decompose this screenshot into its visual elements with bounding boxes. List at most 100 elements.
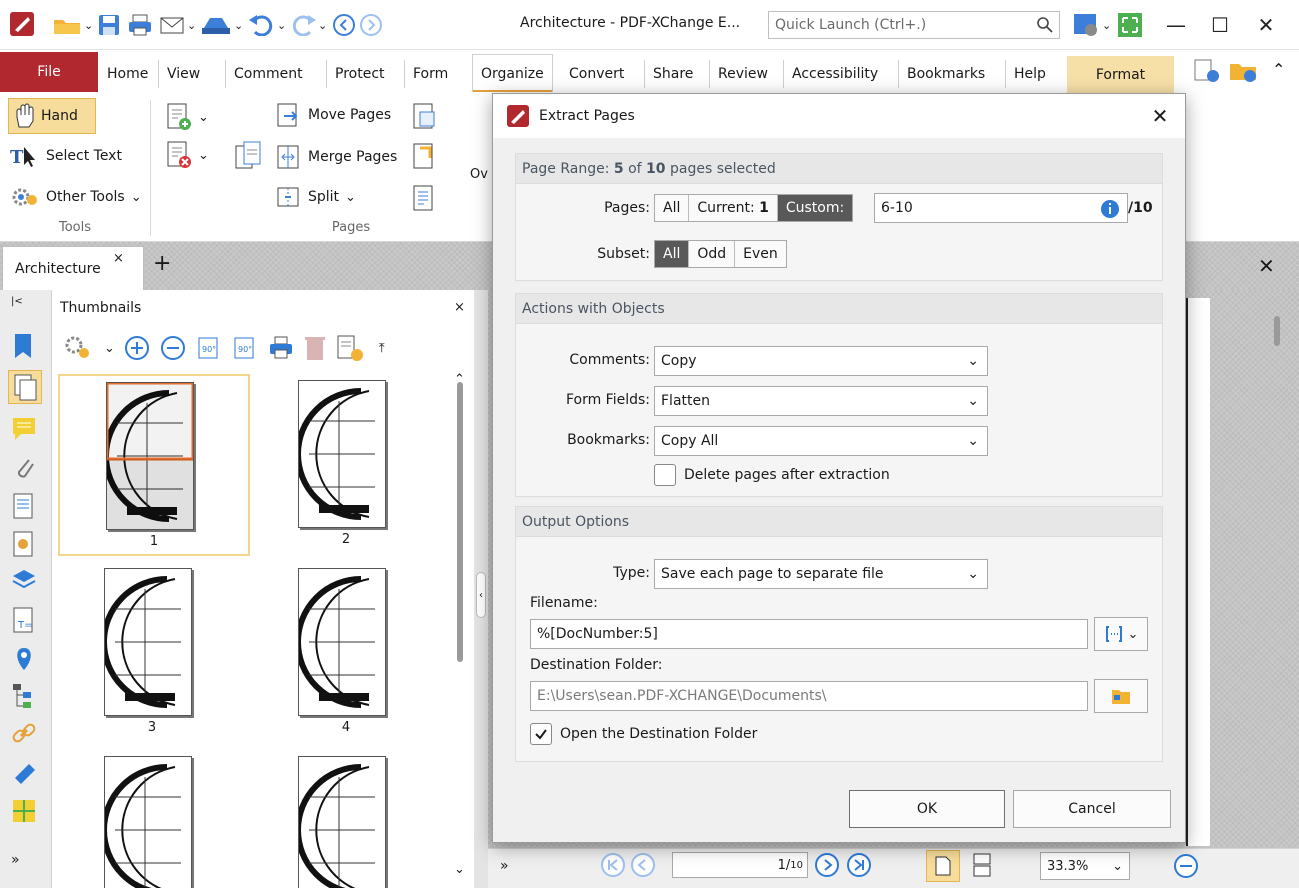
maximize-button[interactable]: ☐ xyxy=(1200,10,1240,40)
info-icon[interactable] xyxy=(1100,199,1120,219)
comments-panel-icon[interactable] xyxy=(11,416,39,444)
crop-pages-icon[interactable] xyxy=(412,142,438,172)
other-tools-button[interactable]: Other Tools ⌄ xyxy=(10,185,142,209)
scroll-up-icon[interactable]: ⌃ xyxy=(454,372,465,387)
collapse-toolbar-icon[interactable]: ⤒ xyxy=(379,341,385,356)
attachments-panel-icon[interactable] xyxy=(11,454,39,482)
tab-comment[interactable]: Comment xyxy=(225,60,311,88)
redo-icon[interactable] xyxy=(290,13,318,37)
pane-splitter[interactable]: ‹ xyxy=(474,290,488,888)
thumbnail-item-2[interactable]: 2 xyxy=(252,374,444,556)
subset-all-option[interactable]: All xyxy=(655,241,690,267)
scrollbar-thumb[interactable] xyxy=(1274,316,1280,346)
open-destination-checkbox[interactable] xyxy=(530,723,552,745)
bookmarks-panel-icon[interactable] xyxy=(11,332,39,360)
thumbnail-page-image[interactable] xyxy=(104,756,192,888)
tab-bookmarks[interactable]: Bookmarks xyxy=(898,60,993,88)
chevron-down-icon[interactable]: ⌄ xyxy=(277,13,286,37)
single-page-view-icon[interactable] xyxy=(926,850,960,882)
delete-pages-checkbox-row[interactable]: Delete pages after extraction xyxy=(654,464,890,486)
page-structure-icon[interactable] xyxy=(11,798,39,826)
select-text-button[interactable]: T Select Text xyxy=(10,145,122,167)
signatures-panel-icon[interactable] xyxy=(11,530,39,558)
delete-pages-checkbox[interactable] xyxy=(654,464,676,486)
pages-current-option[interactable]: Current: 1 xyxy=(689,195,778,221)
thumbnail-item-4[interactable]: 4 xyxy=(252,562,444,744)
open-folder-icon[interactable] xyxy=(52,13,82,37)
cancel-button[interactable]: Cancel xyxy=(1013,790,1171,828)
collapse-ribbon-icon[interactable]: ⌃ xyxy=(1272,60,1285,79)
pages-all-option[interactable]: All xyxy=(655,195,690,221)
forward-icon[interactable] xyxy=(359,13,383,37)
document-scrollbar[interactable] xyxy=(1272,296,1282,836)
merge-pages-button[interactable]: Merge Pages xyxy=(276,144,397,170)
thumbnails-panel-icon[interactable] xyxy=(8,370,42,404)
tab-protect[interactable]: Protect xyxy=(326,60,393,88)
continuous-view-icon[interactable] xyxy=(970,852,996,878)
tab-view[interactable]: View xyxy=(158,60,208,88)
tab-home[interactable]: Home xyxy=(99,60,156,88)
tab-organize[interactable]: Organize xyxy=(472,54,553,92)
tags-panel-icon[interactable] xyxy=(11,682,39,710)
print-icon[interactable] xyxy=(127,13,153,37)
custom-range-input[interactable]: 6-10 xyxy=(874,193,1128,223)
search-document-icon[interactable] xyxy=(1193,58,1221,84)
page-number-input[interactable]: 1/10 xyxy=(672,852,808,878)
split-button[interactable]: Split ⌄ xyxy=(276,184,356,210)
content-panel-icon[interactable] xyxy=(11,492,39,520)
bookmarks-select[interactable]: Copy All ⌄ xyxy=(654,426,988,456)
chevron-down-icon[interactable]: ⌄ xyxy=(1102,13,1111,37)
save-icon[interactable] xyxy=(97,13,121,37)
filename-input[interactable]: %[DocNumber:5] xyxy=(530,619,1088,649)
back-icon[interactable] xyxy=(332,13,356,37)
chevron-down-icon[interactable]: ⌄ xyxy=(84,13,93,37)
extract-pages-icon[interactable] xyxy=(234,140,262,170)
form-fields-select[interactable]: Flatten ⌄ xyxy=(654,386,988,416)
tab-form[interactable]: Form xyxy=(404,60,456,88)
ok-button[interactable]: OK xyxy=(849,790,1005,828)
next-page-icon[interactable] xyxy=(814,852,840,878)
dialog-close-button[interactable]: ✕ xyxy=(1145,101,1175,131)
destination-folder-input[interactable]: E:\Users\sean.PDF-XCHANGE\Documents\ xyxy=(530,681,1088,711)
tab-file[interactable]: File xyxy=(0,52,98,92)
pages-custom-option[interactable]: Custom: xyxy=(777,195,853,221)
document-tab[interactable]: Architecture × + xyxy=(2,246,171,290)
thumbnail-item-1[interactable]: 1 xyxy=(58,374,250,556)
zoom-select[interactable]: 33.3% ⌄ xyxy=(1040,852,1130,880)
new-tab-button[interactable]: + xyxy=(153,251,171,276)
thumbnail-item-3[interactable]: 3 xyxy=(58,562,250,744)
last-page-icon[interactable] xyxy=(846,852,872,878)
minimize-button[interactable]: — xyxy=(1156,10,1196,40)
layers-panel-icon[interactable] xyxy=(11,568,39,596)
stamps-panel-icon[interactable] xyxy=(11,760,39,788)
search-folder-icon[interactable] xyxy=(1228,58,1258,84)
close-window-button[interactable]: ✕ xyxy=(1246,10,1286,40)
tab-help[interactable]: Help xyxy=(1005,60,1054,88)
collapse-panel-icon[interactable]: |< xyxy=(11,296,25,324)
undo-icon[interactable] xyxy=(247,13,275,37)
comments-select[interactable]: Copy ⌄ xyxy=(654,346,988,376)
app-logo-icon[interactable] xyxy=(10,12,34,36)
thumbnail-page-image[interactable] xyxy=(298,756,386,888)
fullscreen-icon[interactable] xyxy=(1117,13,1143,37)
delete-pages-button[interactable]: ⌄ xyxy=(166,140,209,170)
chevron-down-icon[interactable]: ⌄ xyxy=(104,341,115,356)
subset-even-option[interactable]: Even xyxy=(735,241,786,267)
filename-macro-button[interactable]: ⌄ xyxy=(1094,617,1148,651)
insert-pages-button[interactable]: ⌄ xyxy=(166,102,209,132)
output-type-select[interactable]: Save each page to separate file ⌄ xyxy=(654,559,988,589)
subset-odd-option[interactable]: Odd xyxy=(689,241,736,267)
browse-folder-button[interactable] xyxy=(1094,679,1148,713)
tab-share[interactable]: Share xyxy=(644,60,701,88)
zoom-in-icon[interactable] xyxy=(123,334,151,362)
close-tab-icon[interactable]: × xyxy=(113,251,124,266)
page-properties-icon[interactable] xyxy=(335,333,365,363)
tab-format[interactable]: Format xyxy=(1067,56,1174,94)
open-destination-checkbox-row[interactable]: Open the Destination Folder xyxy=(530,723,757,745)
tab-review[interactable]: Review xyxy=(709,60,776,88)
collapse-pane-icon[interactable]: ‹ xyxy=(476,572,486,618)
rotate-right-icon[interactable]: 90° xyxy=(231,334,259,362)
thumbnails-scrollbar[interactable] xyxy=(455,372,465,872)
close-thumbnails-icon[interactable]: × xyxy=(454,300,465,315)
rotate-pages-icon[interactable] xyxy=(412,102,438,132)
